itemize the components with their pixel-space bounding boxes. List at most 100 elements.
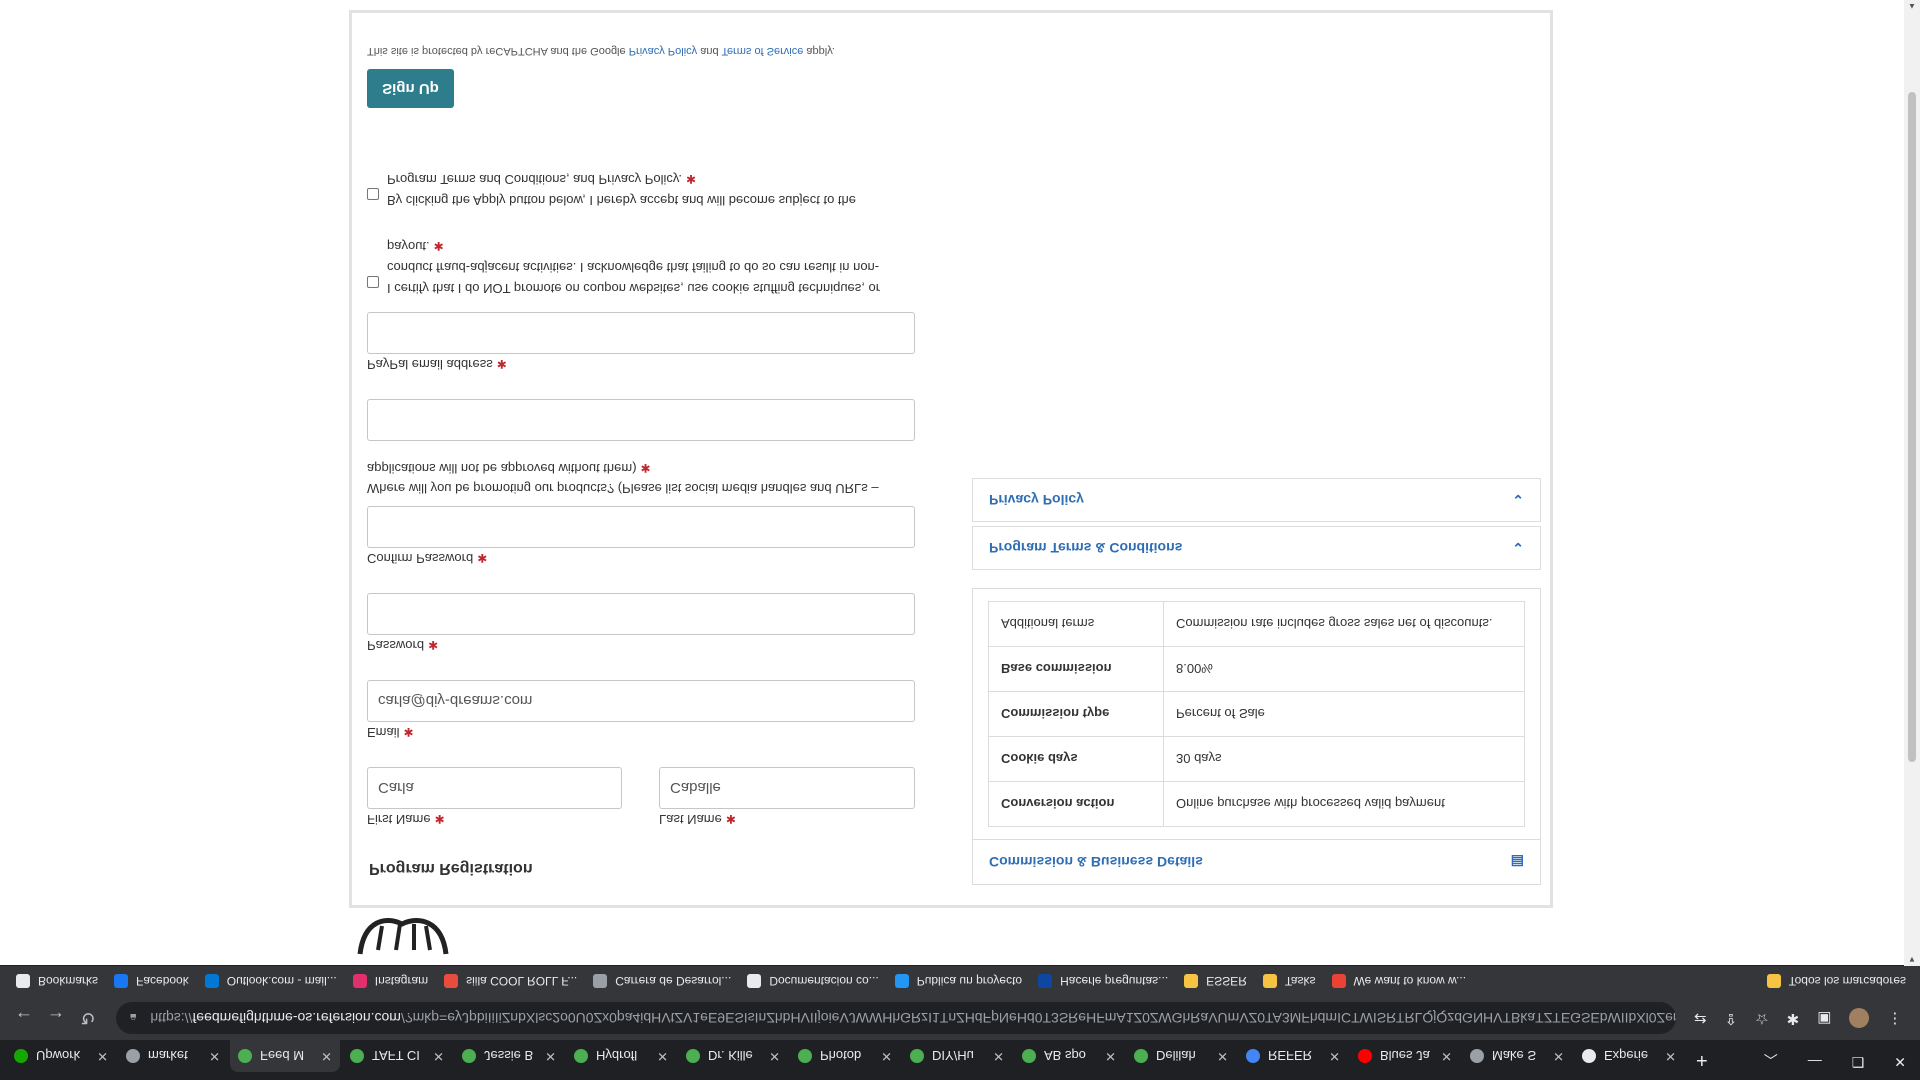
terms-checkbox[interactable] (367, 188, 379, 200)
browser-tab[interactable]: AB spo ✕ (1014, 1040, 1124, 1072)
close-tab-icon[interactable]: ✕ (881, 1048, 892, 1064)
browser-toolbar: ← → ↻ 🔒︎ https://feedmefighthme-os.refer… (0, 996, 1920, 1040)
browser-tab[interactable]: Delilah ✕ (1126, 1040, 1236, 1072)
browser-tab[interactable]: REFER ✕ (1238, 1040, 1348, 1072)
browser-tab[interactable]: Blues Ja ✕ (1350, 1040, 1460, 1072)
bookmark-label: siila COOL ROLL F... (466, 974, 578, 988)
tab-favicon-icon (1134, 1049, 1148, 1063)
close-tab-icon[interactable]: ✕ (1553, 1048, 1564, 1064)
tab-search-icon[interactable]: ︿ (1764, 1050, 1778, 1070)
bookmark-label: We want to know w... (1353, 974, 1467, 988)
bookmark-favicon-icon (444, 974, 459, 988)
bookmark-label: ESSER (1206, 974, 1247, 988)
close-tab-icon[interactable]: ✕ (321, 1048, 332, 1064)
email-input[interactable]: carla@diy-dreams.com (367, 680, 915, 722)
bookmark-favicon-icon (204, 974, 219, 988)
close-tab-icon[interactable]: ✕ (1441, 1048, 1452, 1064)
share-icon[interactable]: ⇪ (1725, 1008, 1738, 1028)
scroll-up-arrow-icon[interactable]: ▲ (1904, 2, 1920, 11)
sidebar-icon[interactable]: ▣ (1817, 1008, 1831, 1028)
close-tab-icon[interactable]: ✕ (433, 1048, 444, 1064)
certify-checkbox[interactable] (367, 276, 379, 288)
translate-icon[interactable]: ⇄ (1694, 1008, 1707, 1028)
browser-tab[interactable]: Hydrofl ✕ (566, 1040, 676, 1072)
reload-icon[interactable]: ↻ (72, 1008, 104, 1029)
bookmark-item[interactable]: Carrera de Desarrol... (593, 974, 731, 988)
tab-label: TAFT CI (372, 1048, 420, 1064)
first-name-input[interactable]: Carla (367, 767, 622, 809)
confirm-password-input[interactable] (367, 506, 915, 548)
restore-icon[interactable]: ❐ (1852, 1050, 1865, 1070)
bookmark-item[interactable]: Publica un proyecto (894, 974, 1022, 988)
bookmark-item[interactable]: Tasks (1262, 974, 1316, 988)
tab-favicon-icon (462, 1049, 476, 1063)
program-terms-accordion[interactable]: Program Terms & Conditions ⌄ (972, 526, 1541, 570)
last-name-input[interactable]: Caballe (659, 767, 915, 809)
tab-favicon-icon (910, 1049, 924, 1063)
program-terms-label: Program Terms & Conditions (989, 540, 1183, 556)
forward-icon[interactable]: → (40, 1008, 72, 1029)
google-privacy-policy-link[interactable]: Privacy Policy (629, 45, 697, 57)
browser-tab[interactable]: market ✕ (118, 1040, 228, 1072)
bookmark-item[interactable]: Facebook (114, 974, 189, 988)
close-tab-icon[interactable]: ✕ (1105, 1048, 1116, 1064)
bookmark-item[interactable]: Instagram (352, 974, 428, 988)
menu-icon[interactable]: ⋮ (1887, 1008, 1902, 1028)
browser-tab[interactable]: DIY/Hu ✕ (902, 1040, 1012, 1072)
bookmark-favicon-icon (747, 974, 762, 988)
folder-icon (1766, 974, 1781, 988)
promotion-input[interactable] (367, 399, 915, 441)
browser-tab[interactable]: Experie ✕ (1574, 1040, 1684, 1072)
bookmark-item[interactable]: We want to know w... (1331, 974, 1467, 988)
lock-icon[interactable]: 🔒︎ (130, 1011, 136, 1026)
toolbar-icons: ⇄ ⇪ ☆ ✱ ▣ ⋮ (1694, 1008, 1902, 1028)
profile-avatar[interactable] (1849, 1008, 1870, 1028)
bookmark-item[interactable]: Outlook.com - mail... (204, 974, 337, 988)
google-terms-link[interactable]: Terms of Service (721, 45, 803, 57)
back-icon[interactable]: ← (8, 1008, 40, 1029)
tab-label: market (148, 1048, 188, 1064)
close-tab-icon[interactable]: ✕ (545, 1048, 556, 1064)
new-tab-button[interactable]: + (1696, 1049, 1708, 1072)
bookmark-favicon-icon (16, 974, 30, 988)
bookmark-item[interactable]: ESSER (1184, 974, 1247, 988)
browser-tab[interactable]: Upwork ✕ (6, 1040, 116, 1072)
extensions-icon[interactable]: ✱ (1787, 1008, 1800, 1028)
page-scrollbar[interactable]: ▼ ▲ (1904, 0, 1920, 966)
bookmark-favicon-icon (114, 974, 129, 988)
close-tab-icon[interactable]: ✕ (1329, 1048, 1340, 1064)
close-tab-icon[interactable]: ✕ (769, 1048, 780, 1064)
browser-tab[interactable]: Jessie B ✕ (454, 1040, 564, 1072)
bookmark-item[interactable]: siila COOL ROLL F... (444, 974, 577, 988)
browser-tab[interactable]: Photob ✕ (790, 1040, 900, 1072)
close-tab-icon[interactable]: ✕ (1217, 1048, 1228, 1064)
browser-tab[interactable]: TAFT CI ✕ (342, 1040, 452, 1072)
close-tab-icon[interactable]: ✕ (993, 1048, 1004, 1064)
paypal-email-input[interactable] (367, 312, 915, 354)
password-input[interactable] (367, 593, 915, 635)
bookmark-all-folder[interactable]: Todos los marcadores (1766, 974, 1906, 988)
bookmark-favicon-icon (1331, 974, 1346, 988)
scroll-down-arrow-icon[interactable]: ▼ (1904, 955, 1920, 964)
bookmark-item[interactable]: Hacerle preguntas... (1038, 974, 1168, 988)
address-bar[interactable]: 🔒︎ https://feedmefighthme-os.refersion.c… (116, 1002, 1676, 1034)
minimize-icon[interactable]: — (1808, 1050, 1822, 1070)
scrollbar-thumb[interactable] (1908, 92, 1916, 762)
tab-favicon-icon (1246, 1049, 1260, 1063)
browser-tab[interactable]: Dr. Kille ✕ (678, 1040, 788, 1072)
privacy-policy-accordion[interactable]: Privacy Policy ⌄ (972, 478, 1541, 522)
close-tab-icon[interactable]: ✕ (1665, 1048, 1676, 1064)
close-window-icon[interactable]: ✕ (1894, 1050, 1906, 1070)
browser-tab[interactable]: Make S ✕ (1462, 1040, 1572, 1072)
bookmark-item[interactable]: Documentacion co... (747, 974, 879, 988)
browser-tab[interactable]: Feed M ✕ (230, 1040, 340, 1072)
tab-label: Experie (1604, 1048, 1649, 1064)
close-tab-icon[interactable]: ✕ (657, 1048, 668, 1064)
bookmarks-bar: Bookmarks Facebook Outlook.com - mail... In… (0, 965, 1920, 996)
sign-up-button[interactable]: Sign Up (367, 69, 454, 108)
bookmark-star-icon[interactable]: ☆ (1755, 1008, 1768, 1028)
bookmark-item[interactable]: Bookmarks (16, 974, 98, 988)
close-tab-icon[interactable]: ✕ (97, 1048, 108, 1064)
commission-panel-header[interactable]: Commission & Business Details ▤ (973, 839, 1540, 884)
close-tab-icon[interactable]: ✕ (209, 1048, 220, 1064)
